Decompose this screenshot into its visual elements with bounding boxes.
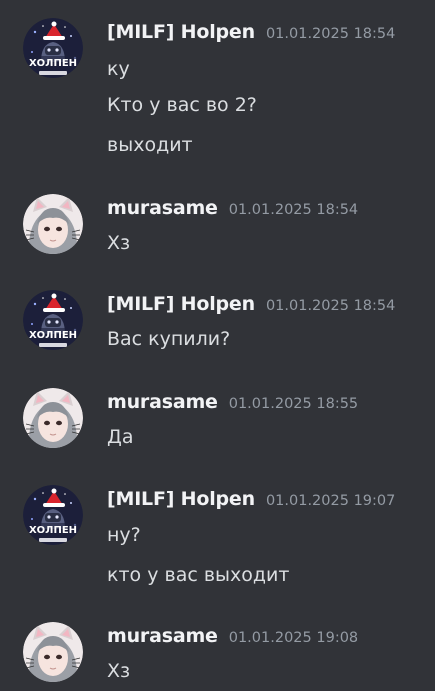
author-name[interactable]: [MILF] Holpen [107,488,255,510]
holpen-avatar-icon[interactable]: ХОЛПЕН [23,485,83,545]
message-header: [MILF] Holpen 01.01.2025 19:07 [107,488,395,514]
avatar-caption: ХОЛПЕН [29,330,77,341]
message-header: murasame 01.01.2025 18:54 [107,197,358,223]
message-timestamp: 01.01.2025 18:54 [265,26,396,42]
author-name[interactable]: murasame [107,197,218,219]
author-name[interactable]: [MILF] Holpen [107,293,255,315]
message-timestamp: 01.01.2025 18:54 [265,298,396,314]
message-text: Вас купили? [107,328,231,350]
message-header: murasame 01.01.2025 19:08 [107,625,358,651]
message-text: Да [107,426,134,448]
avatar-caption: ХОЛПЕН [29,58,77,69]
message-text: ну? [107,524,141,546]
author-name[interactable]: [MILF] Holpen [107,21,255,43]
murasame-avatar-icon[interactable] [23,194,83,254]
holpen-avatar-icon[interactable]: ХОЛПЕН [23,290,83,350]
murasame-avatar-icon[interactable] [23,388,83,448]
author-name[interactable]: murasame [107,625,218,647]
chat-message-list: ХОЛПЕН [MILF] Holpen 01.01.2025 18:54 ку… [0,0,435,691]
message-header: [MILF] Holpen 01.01.2025 18:54 [107,293,395,319]
murasame-avatar-icon[interactable] [23,622,83,682]
message-header: [MILF] Holpen 01.01.2025 18:54 [107,21,395,47]
message-timestamp: 01.01.2025 19:08 [228,630,359,646]
author-name[interactable]: murasame [107,391,218,413]
message-timestamp: 01.01.2025 18:55 [228,396,359,412]
message-text: Хз [107,660,131,682]
message-header: murasame 01.01.2025 18:55 [107,391,358,417]
message-text: Кто у вас во 2? [107,94,257,116]
message-text: ку [107,58,130,80]
holpen-avatar-icon[interactable]: ХОЛПЕН [23,18,83,78]
message-timestamp: 01.01.2025 19:07 [265,493,396,509]
avatar-caption: ХОЛПЕН [29,525,77,536]
message-text: Хз [107,232,131,254]
message-timestamp: 01.01.2025 18:54 [228,202,359,218]
message-text: выходит [107,134,193,156]
message-text: кто у вас выходит [107,564,290,586]
